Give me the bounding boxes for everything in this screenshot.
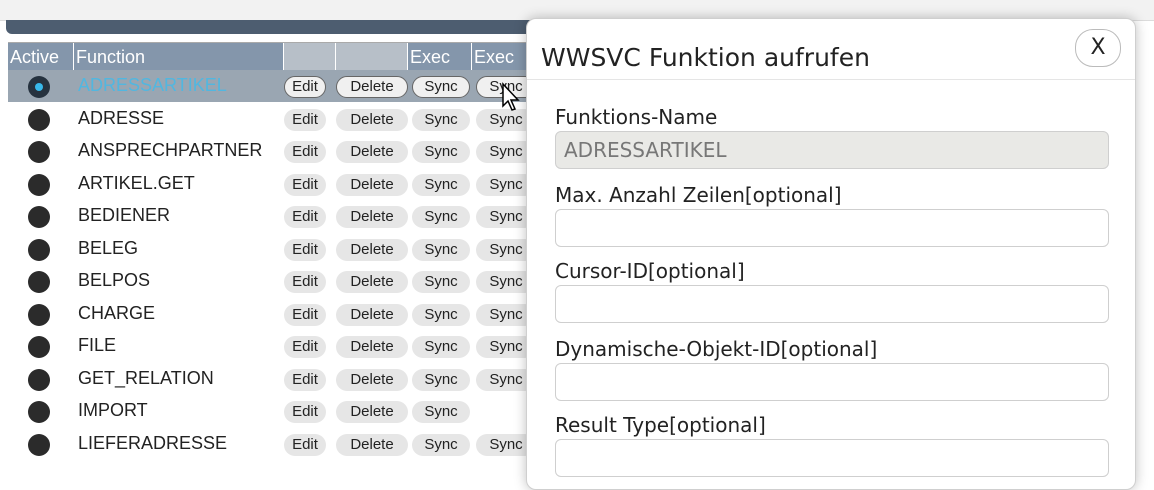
delete-button[interactable]: Delete xyxy=(336,433,408,456)
result-type-field[interactable] xyxy=(555,439,1109,477)
active-radio[interactable] xyxy=(28,336,50,358)
edit-button[interactable]: Edit xyxy=(284,401,326,423)
edit-button[interactable]: Edit xyxy=(284,368,326,391)
edit-button[interactable]: Edit xyxy=(284,433,326,456)
sync-button[interactable]: Sync xyxy=(412,336,470,358)
edit-button[interactable]: Edit xyxy=(284,303,326,326)
cursor-id-label: Cursor-ID[optional] xyxy=(555,259,745,283)
table-row[interactable]: BELEG Edit Delete Sync Sync xyxy=(8,233,548,265)
sync-button[interactable]: Sync xyxy=(412,368,470,391)
column-header-exec-1[interactable]: Exec xyxy=(408,43,472,71)
function-name[interactable]: LIEFERADRESSE xyxy=(78,433,227,454)
table-row[interactable]: FILE Edit Delete Sync Sync xyxy=(8,330,548,362)
active-radio[interactable] xyxy=(28,173,50,196)
sync-button[interactable]: Sync xyxy=(412,141,470,163)
edit-button[interactable]: Edit xyxy=(284,271,326,293)
function-name[interactable]: BELEG xyxy=(78,238,138,259)
call-function-dialog: WWSVC Funktion aufrufen X Funktions-Name… xyxy=(526,18,1136,490)
dialog-divider xyxy=(527,79,1135,80)
sync-button[interactable]: Sync xyxy=(412,108,470,131)
dynamic-object-id-label: Dynamische-Objekt-ID[optional] xyxy=(555,337,878,361)
function-name[interactable]: FILE xyxy=(78,335,116,356)
active-radio[interactable] xyxy=(28,76,50,98)
delete-button[interactable]: Delete xyxy=(336,336,408,358)
sync-button[interactable]: Sync xyxy=(412,173,470,196)
active-radio[interactable] xyxy=(28,401,50,423)
delete-button[interactable]: Delete xyxy=(336,206,408,228)
active-radio[interactable] xyxy=(28,271,50,293)
function-name[interactable]: IMPORT xyxy=(78,400,148,421)
table-row[interactable]: ARTIKEL.GET Edit Delete Sync Sync xyxy=(8,168,548,200)
sync-button[interactable]: Sync xyxy=(412,76,470,98)
table-row[interactable]: ADRESSARTIKELEditDeleteSyncSync xyxy=(8,70,548,102)
dynamic-object-id-field[interactable] xyxy=(555,363,1109,401)
function-name[interactable]: GET_RELATION xyxy=(78,368,214,389)
active-radio[interactable] xyxy=(28,108,50,131)
table-row[interactable]: LIEFERADRESSE Edit Delete Sync Sync xyxy=(8,428,548,460)
dialog-title: WWSVC Funktion aufrufen xyxy=(541,43,870,72)
function-name-field[interactable] xyxy=(555,131,1109,169)
delete-button[interactable]: Delete xyxy=(336,271,408,293)
delete-button[interactable]: Delete xyxy=(336,238,408,261)
table-row[interactable]: ANSPRECHPARTNER Edit Delete Sync Sync xyxy=(8,135,548,167)
delete-button[interactable]: Delete xyxy=(336,173,408,196)
active-radio[interactable] xyxy=(28,303,50,326)
sync-button[interactable]: Sync xyxy=(412,303,470,326)
table-row[interactable]: BEDIENER Edit Delete Sync Sync xyxy=(8,200,548,232)
delete-button[interactable]: Delete xyxy=(336,108,408,131)
function-name[interactable]: ADRESSE xyxy=(78,108,164,129)
edit-button[interactable]: Edit xyxy=(284,173,326,196)
active-radio[interactable] xyxy=(28,433,50,456)
active-radio[interactable] xyxy=(28,206,50,228)
table-header: Active Function Exec Exec xyxy=(8,42,548,71)
active-radio[interactable] xyxy=(28,368,50,391)
column-header-delete xyxy=(336,43,408,71)
sync-button[interactable]: Sync xyxy=(412,433,470,456)
close-button[interactable]: X xyxy=(1075,29,1121,67)
delete-button[interactable]: Delete xyxy=(336,141,408,163)
function-name[interactable]: ANSPRECHPARTNER xyxy=(78,140,262,161)
edit-button[interactable]: Edit xyxy=(284,108,326,131)
function-name[interactable]: ARTIKEL.GET xyxy=(78,173,195,194)
edit-button[interactable]: Edit xyxy=(284,76,326,98)
edit-button[interactable]: Edit xyxy=(284,206,326,228)
table-row[interactable]: GET_RELATION Edit Delete Sync Sync xyxy=(8,363,548,395)
table-row[interactable]: ADRESSE Edit Delete Sync Sync xyxy=(8,103,548,135)
delete-button[interactable]: Delete xyxy=(336,401,408,423)
function-name[interactable]: ADRESSARTIKEL xyxy=(78,75,227,96)
column-header-edit xyxy=(284,43,336,71)
active-radio[interactable] xyxy=(28,238,50,261)
mouse-pointer-icon xyxy=(502,82,520,111)
edit-button[interactable]: Edit xyxy=(284,238,326,261)
function-name-label: Funktions-Name xyxy=(555,105,718,129)
delete-button[interactable]: Delete xyxy=(336,368,408,391)
max-rows-label: Max. Anzahl Zeilen[optional] xyxy=(555,183,842,207)
function-name[interactable]: BEDIENER xyxy=(78,205,170,226)
delete-button[interactable]: Delete xyxy=(336,303,408,326)
table-row[interactable]: CHARGE Edit Delete Sync Sync xyxy=(8,298,548,330)
column-header-active[interactable]: Active xyxy=(8,43,74,71)
sync-button[interactable]: Sync xyxy=(412,401,470,423)
sync-button[interactable]: Sync xyxy=(412,271,470,293)
max-rows-field[interactable] xyxy=(555,209,1109,247)
edit-button[interactable]: Edit xyxy=(284,336,326,358)
sync-button[interactable]: Sync xyxy=(412,238,470,261)
sync-button[interactable]: Sync xyxy=(412,206,470,228)
edit-button[interactable]: Edit xyxy=(284,141,326,163)
function-name[interactable]: CHARGE xyxy=(78,303,155,324)
column-header-function[interactable]: Function xyxy=(74,43,284,71)
cursor-id-field[interactable] xyxy=(555,285,1109,323)
result-type-label: Result Type[optional] xyxy=(555,413,766,437)
table-row[interactable]: IMPORT Edit Delete Sync xyxy=(8,395,548,427)
function-name[interactable]: BELPOS xyxy=(78,270,150,291)
delete-button[interactable]: Delete xyxy=(336,76,408,98)
table-row[interactable]: BELPOS Edit Delete Sync Sync xyxy=(8,265,548,297)
active-radio[interactable] xyxy=(28,141,50,163)
